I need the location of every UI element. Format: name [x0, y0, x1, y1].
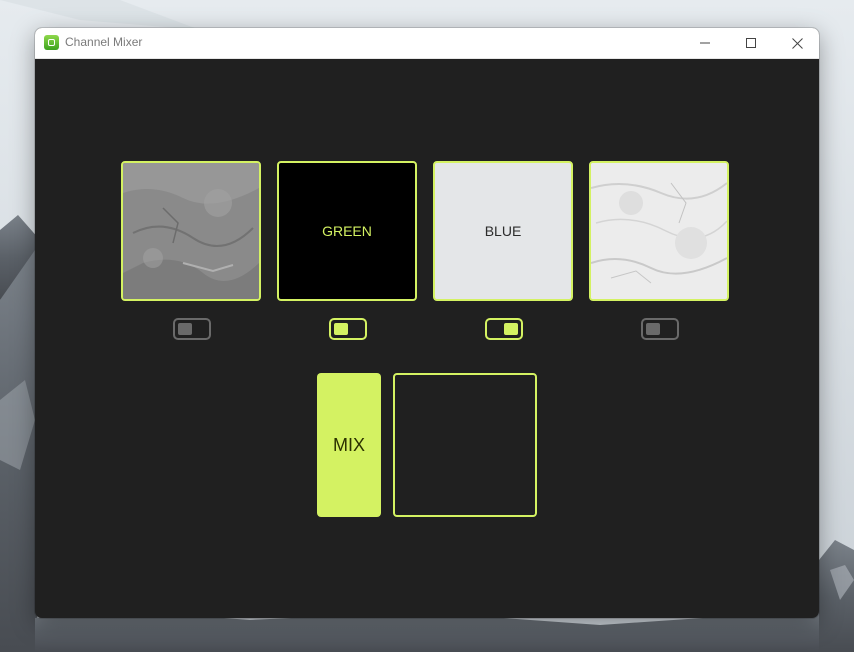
toggle-knob	[334, 323, 348, 335]
channel-toggle-alpha[interactable]	[641, 318, 679, 340]
title-bar: Channel Mixer	[35, 28, 819, 59]
maximize-icon	[746, 38, 756, 48]
channel-card-alpha-texture[interactable]	[589, 161, 729, 301]
channel-card-blue[interactable]: BLUE	[433, 161, 573, 301]
stone-texture-dark	[123, 163, 259, 299]
channel-toggle-red[interactable]	[173, 318, 211, 340]
app-icon	[44, 35, 59, 50]
toggle-knob	[646, 323, 660, 335]
mix-button[interactable]: MIX	[317, 373, 381, 517]
channel-mixer-window: Channel Mixer GREEN BLUE MIX	[35, 28, 819, 618]
stone-texture-light	[591, 163, 727, 299]
window-title: Channel Mixer	[65, 35, 143, 49]
maximize-button[interactable]	[728, 28, 774, 58]
channel-toggle-blue[interactable]	[485, 318, 523, 340]
minimize-button[interactable]	[682, 28, 728, 58]
desktop-background: Channel Mixer GREEN BLUE MIX	[0, 0, 854, 652]
channel-label-green: GREEN	[322, 223, 372, 239]
close-button[interactable]	[774, 28, 819, 58]
channel-label-blue: BLUE	[484, 223, 522, 239]
channel-toggle-green[interactable]	[329, 318, 367, 340]
channel-card-green[interactable]: GREEN	[277, 161, 417, 301]
close-icon	[791, 37, 803, 49]
channel-card-red-texture[interactable]	[121, 161, 261, 301]
minimize-icon	[700, 42, 710, 44]
toggle-knob	[178, 323, 192, 335]
toggle-knob	[504, 323, 518, 335]
mix-output-preview	[393, 373, 537, 517]
mix-button-label: MIX	[332, 434, 365, 455]
